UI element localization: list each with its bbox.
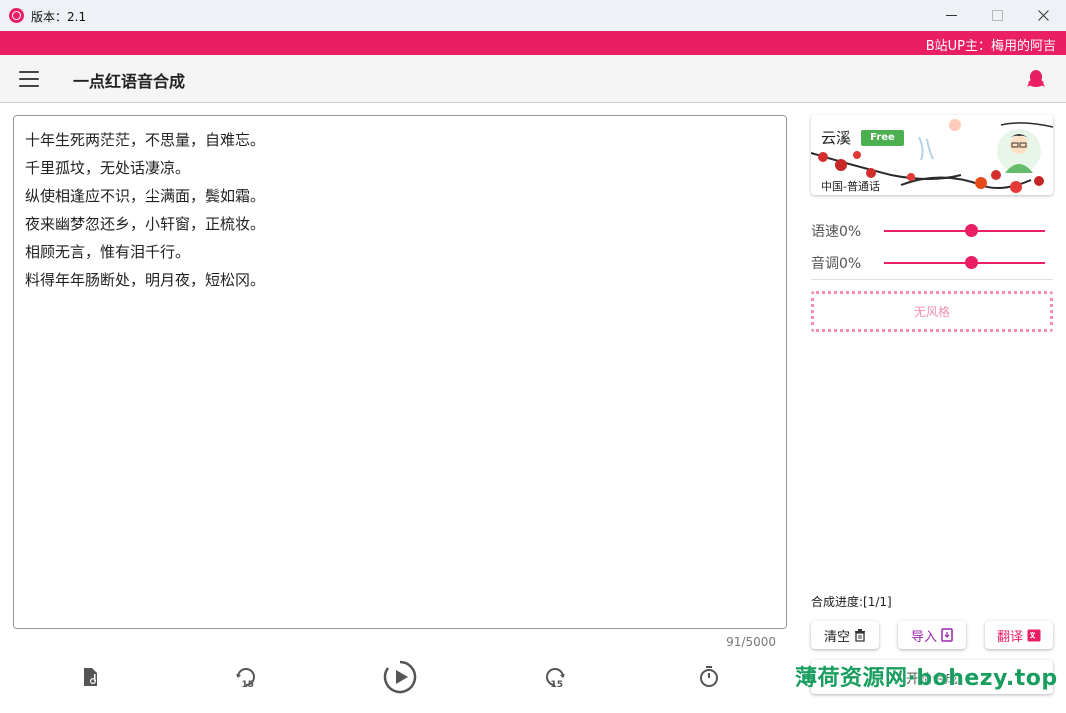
window-title: 版本：2.1 bbox=[31, 10, 87, 24]
editor-line: 十年生死两茫茫，不思量，自难忘。 bbox=[25, 131, 266, 149]
banner-text[interactable]: B站UP主：梅用的阿吉 bbox=[926, 35, 1056, 54]
style-label: 无风格 bbox=[913, 305, 950, 319]
author-banner: B站UP主：梅用的阿吉 bbox=[0, 31, 1066, 55]
maximize-icon[interactable] bbox=[974, 0, 1020, 31]
text-editor[interactable]: 十年生死两茫茫，不思量，自难忘。 千里孤坟，无处话凄凉。 纵使相逢应不识，尘满面… bbox=[13, 115, 787, 629]
voice-card[interactable]: 云溪 Free 中国-普通话 bbox=[811, 115, 1053, 195]
minimize-icon[interactable] bbox=[928, 0, 974, 31]
rewind-seconds: 15 bbox=[242, 680, 255, 690]
speed-slider-thumb[interactable] bbox=[965, 224, 978, 237]
voice-region: 中国-普通话 bbox=[821, 180, 880, 193]
play-icon[interactable] bbox=[381, 658, 419, 696]
watermark: 薄荷资源网·bohezy.top bbox=[795, 666, 1058, 691]
timer-icon[interactable] bbox=[696, 664, 722, 690]
trash-icon bbox=[855, 628, 865, 642]
editor-line: 夜来幽梦忽还乡，小轩窗，正梳妆。 bbox=[25, 215, 266, 233]
speed-label: 语速0% bbox=[811, 224, 862, 240]
audio-file-icon[interactable] bbox=[78, 664, 104, 690]
pitch-slider-thumb[interactable] bbox=[965, 256, 978, 269]
clear-label: 清空 bbox=[823, 629, 850, 645]
progress-label: 合成进度:[1/1] bbox=[811, 595, 892, 609]
translate-icon bbox=[1027, 629, 1041, 641]
char-count: 91/5000 bbox=[726, 635, 776, 649]
forward-seconds: 15 bbox=[551, 680, 564, 690]
import-button[interactable]: 导入 bbox=[898, 621, 966, 649]
close-icon[interactable] bbox=[1020, 0, 1066, 31]
rewind-15-icon[interactable]: 15 bbox=[232, 664, 260, 692]
clear-button[interactable]: 清空 bbox=[811, 621, 879, 649]
import-file-icon bbox=[941, 628, 953, 642]
translate-button[interactable]: 翻译 bbox=[985, 621, 1053, 649]
voice-name: 云溪 bbox=[821, 129, 852, 147]
free-badge: Free bbox=[861, 130, 904, 146]
app-logo-icon bbox=[9, 8, 24, 23]
style-selector[interactable]: 无风格 bbox=[811, 291, 1053, 332]
window-titlebar: 版本：2.1 bbox=[0, 0, 1066, 31]
app-title: 一点红语音合成 bbox=[73, 72, 186, 91]
editor-line: 千里孤坟，无处话凄凉。 bbox=[25, 159, 191, 177]
forward-15-icon[interactable]: 15 bbox=[541, 664, 569, 692]
editor-line: 料得年年肠断处，明月夜，短松冈。 bbox=[25, 271, 266, 289]
editor-line: 相顾无言，惟有泪千行。 bbox=[25, 243, 191, 261]
menu-icon[interactable] bbox=[19, 71, 39, 87]
pitch-label: 音调0% bbox=[811, 256, 862, 272]
import-label: 导入 bbox=[910, 629, 937, 645]
app-bar: 一点红语音合成 bbox=[0, 55, 1066, 103]
divider bbox=[811, 279, 1053, 280]
translate-label: 翻译 bbox=[996, 629, 1023, 645]
editor-line: 纵使相逢应不识，尘满面，鬓如霜。 bbox=[25, 187, 266, 205]
qq-icon[interactable] bbox=[1027, 69, 1045, 89]
